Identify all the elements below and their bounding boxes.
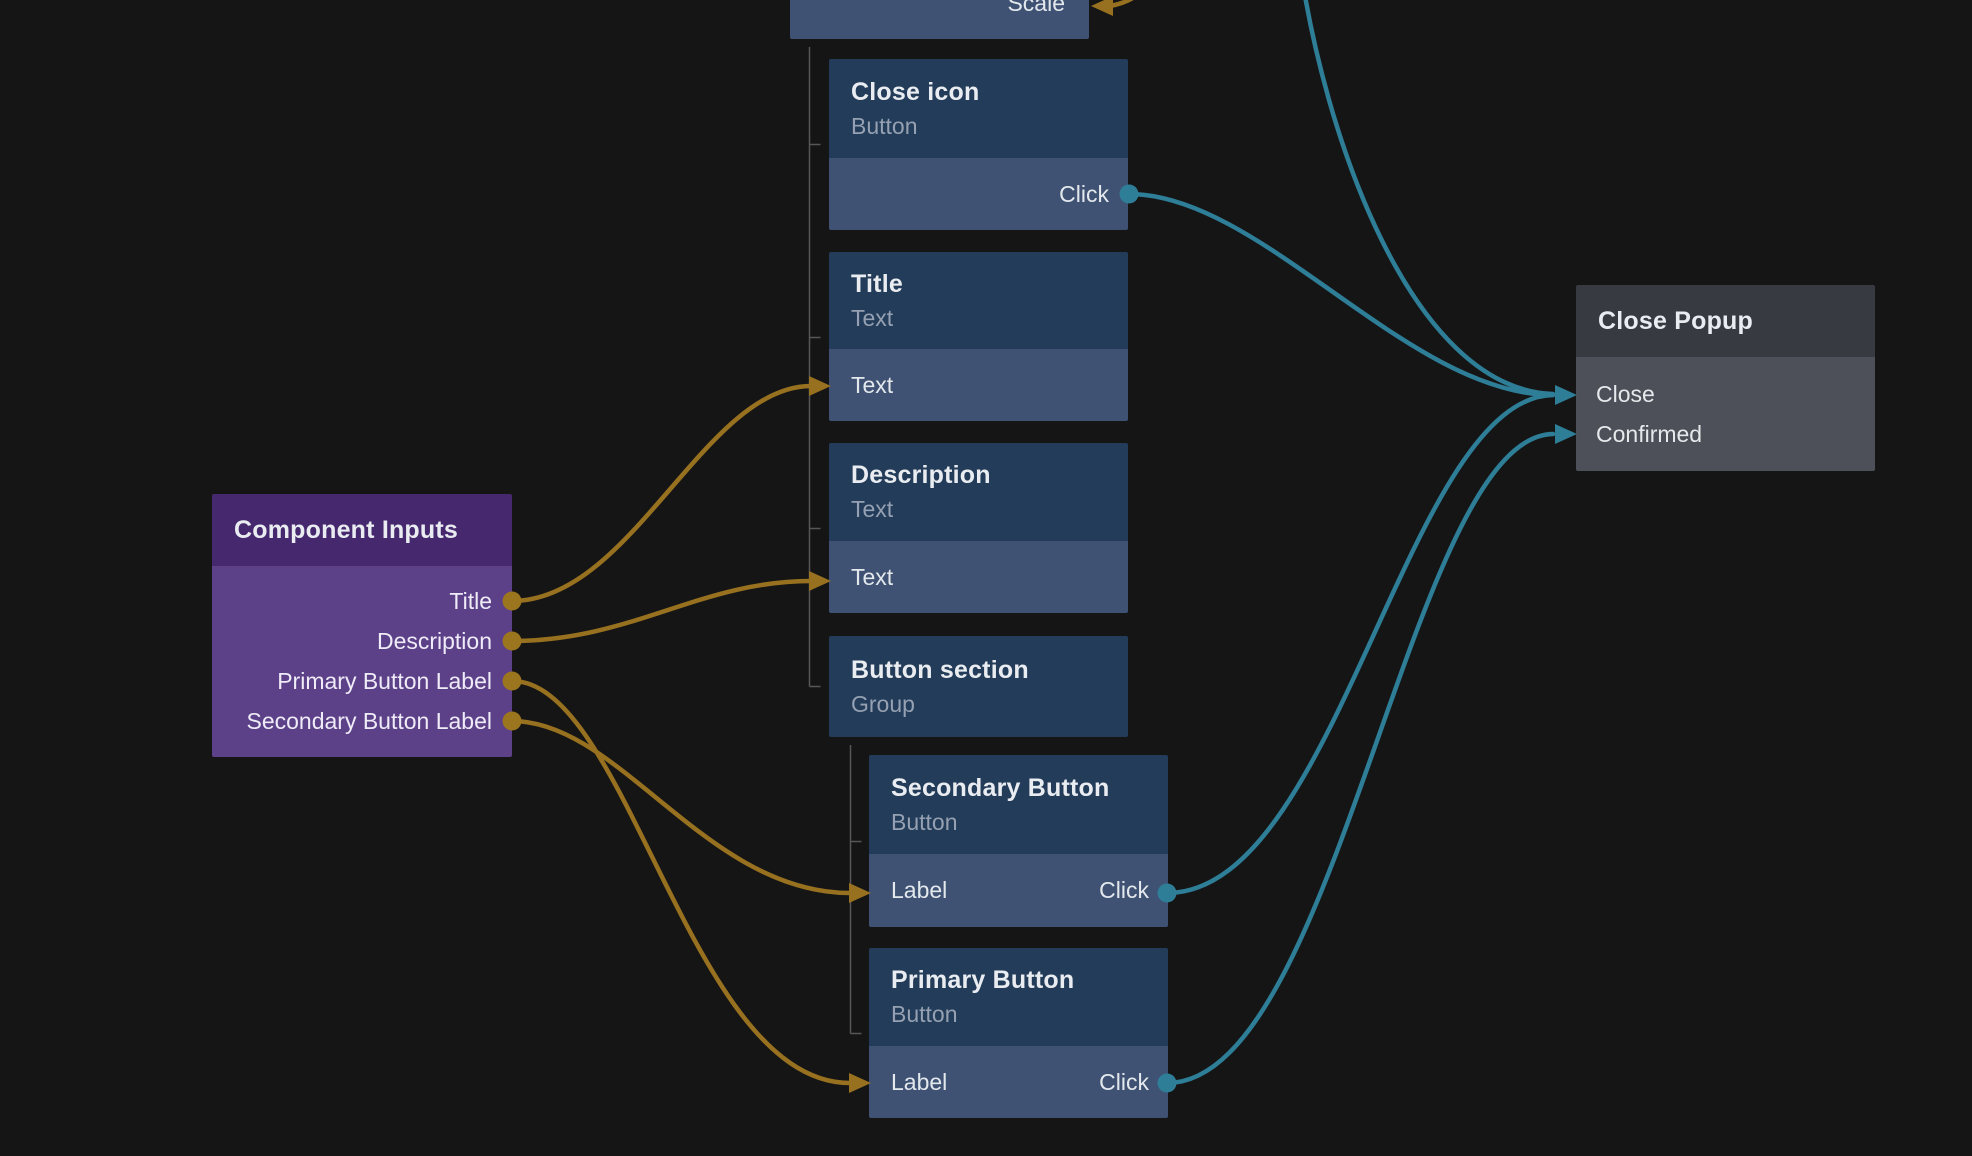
- wire-description-to-text[interactable]: [512, 581, 811, 641]
- node-subtype: Text: [851, 305, 1106, 332]
- port-label-click: Click: [1099, 1069, 1149, 1096]
- port-label-scale: Scale: [1007, 0, 1065, 17]
- node-subtype: Button: [851, 113, 1106, 140]
- input-arrow-description-text[interactable]: [809, 571, 831, 591]
- node-row: Text: [829, 349, 1128, 421]
- node-close-popup[interactable]: Close Popup Close Confirmed: [1576, 285, 1875, 471]
- node-row: Scale: [790, 0, 1089, 39]
- node-header: Button section Group: [829, 636, 1128, 737]
- node-primary-button[interactable]: Primary Button Button Label Click: [869, 948, 1168, 1118]
- node-scale-partial[interactable]: Scale: [790, 0, 1089, 39]
- node-header: Component Inputs: [212, 494, 512, 566]
- node-row: Label Click: [869, 854, 1168, 927]
- node-secondary-button[interactable]: Secondary Button Button Label Click: [869, 755, 1168, 927]
- node-title-text: Button section: [851, 656, 1106, 685]
- wire-primary-label[interactable]: [512, 681, 850, 1083]
- input-row-close: Close: [1596, 374, 1875, 414]
- node-subtype: Button: [891, 809, 1146, 836]
- node-header: Description Text: [829, 443, 1128, 541]
- output-row-title: Title: [212, 581, 492, 621]
- node-title-text: Close Popup: [1598, 307, 1853, 336]
- node-component-inputs[interactable]: Component Inputs Title Description Prima…: [212, 494, 512, 757]
- node-header: Close icon Button: [829, 59, 1128, 158]
- node-subtype: Text: [851, 496, 1106, 523]
- output-row-description: Description: [212, 621, 492, 661]
- node-header: Close Popup: [1576, 285, 1875, 357]
- input-arrow-secondary-label[interactable]: [849, 883, 871, 903]
- input-arrow-title-text[interactable]: [809, 376, 831, 396]
- node-row: Click: [829, 158, 1128, 230]
- node-title-text: Description: [851, 461, 1106, 490]
- node-title-text: Title: [851, 270, 1106, 299]
- output-row-secondary-button-label: Secondary Button Label: [212, 701, 492, 741]
- wire-primary-click-to-confirmed[interactable]: [1167, 434, 1553, 1083]
- port-label-click: Click: [1059, 181, 1109, 208]
- wire-title-to-text[interactable]: [512, 386, 811, 601]
- node-body: Close Confirmed: [1576, 357, 1875, 471]
- node-canvas[interactable]: Scale Close icon Button Click Title Text…: [0, 0, 1972, 1156]
- node-button-section[interactable]: Button section Group: [829, 636, 1128, 737]
- wire-offscreen-to-close[interactable]: [1299, 0, 1553, 394]
- wire-secondary-label[interactable]: [512, 721, 850, 893]
- wire-scale-offscreen[interactable]: [1110, 0, 1163, 6]
- node-body: Title Description Primary Button Label S…: [212, 566, 512, 757]
- node-close-icon[interactable]: Close icon Button Click: [829, 59, 1128, 230]
- node-description[interactable]: Description Text Text: [829, 443, 1128, 613]
- input-arrow-primary-label[interactable]: [849, 1073, 871, 1093]
- node-title-text: Component Inputs: [234, 516, 490, 545]
- port-label-text: Text: [851, 372, 893, 399]
- port-label-label: Label: [891, 877, 947, 904]
- node-header: Secondary Button Button: [869, 755, 1168, 854]
- node-title: Close icon: [851, 78, 1106, 107]
- wire-close-icon-click-to-close[interactable]: [1129, 194, 1553, 395]
- node-title-text: Primary Button: [891, 966, 1146, 995]
- input-row-confirmed: Confirmed: [1596, 414, 1875, 454]
- node-row: Text: [829, 541, 1128, 613]
- node-row: Label Click: [869, 1046, 1168, 1118]
- output-row-primary-button-label: Primary Button Label: [212, 661, 492, 701]
- port-label-label: Label: [891, 1069, 947, 1096]
- node-subtype: Button: [891, 1001, 1146, 1028]
- node-subtype: Group: [851, 691, 1106, 718]
- node-header: Primary Button Button: [869, 948, 1168, 1046]
- wire-secondary-click-to-close[interactable]: [1167, 395, 1553, 893]
- node-title[interactable]: Title Text Text: [829, 252, 1128, 421]
- port-label-click: Click: [1099, 877, 1149, 904]
- input-arrow-close[interactable]: [1555, 385, 1577, 405]
- input-arrow-scale[interactable]: [1091, 0, 1113, 16]
- input-arrow-confirmed[interactable]: [1555, 424, 1577, 444]
- port-label-text: Text: [851, 564, 893, 591]
- node-header: Title Text: [829, 252, 1128, 349]
- node-title-text: Secondary Button: [891, 774, 1146, 803]
